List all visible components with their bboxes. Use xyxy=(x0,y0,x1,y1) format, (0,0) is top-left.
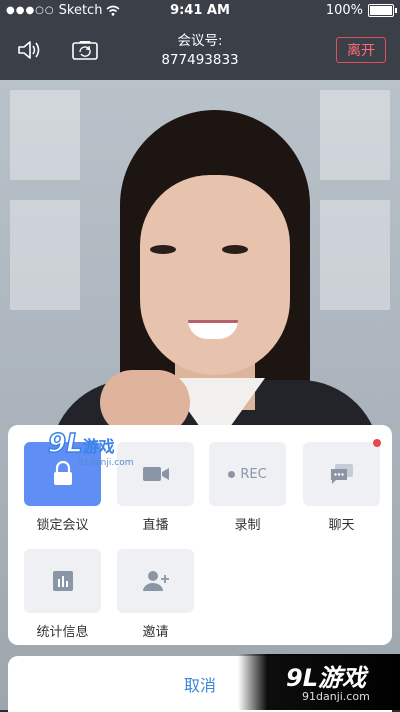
video-camera-icon xyxy=(142,467,169,481)
battery-icon xyxy=(368,4,397,17)
record-label: 录制 xyxy=(234,518,261,533)
meeting-info: 会议号: 877493833 xyxy=(100,32,300,70)
watermark-logo: 9L游戏 91danji.com xyxy=(47,429,134,468)
chat-button[interactable]: 聊天 xyxy=(303,439,381,533)
invite-label: 邀请 xyxy=(142,625,169,640)
notification-badge xyxy=(373,439,381,447)
record-button[interactable]: REC 录制 xyxy=(209,442,286,533)
lock-meeting-label: 锁定会议 xyxy=(36,518,89,533)
add-user-icon xyxy=(142,571,169,591)
camera-switch-icon xyxy=(72,41,98,60)
chat-label: 聊天 xyxy=(328,518,355,533)
bar-chart-icon xyxy=(52,571,73,591)
speaker-icon xyxy=(18,41,40,59)
chat-icon xyxy=(330,464,353,484)
battery-percent: 100% xyxy=(325,3,363,18)
leave-button[interactable]: 离开 xyxy=(336,37,386,63)
switch-camera-button[interactable] xyxy=(70,36,100,64)
live-stream-label: 直播 xyxy=(142,518,169,533)
invite-button[interactable]: 邀请 xyxy=(117,549,194,640)
speaker-button[interactable] xyxy=(14,36,44,64)
meeting-label: 会议号: xyxy=(177,33,223,49)
meeting-number: 877493833 xyxy=(161,52,239,68)
statistics-label: 统计信息 xyxy=(36,625,89,640)
status-bar: ●●●○○ Sketch 9:41 AM 100% xyxy=(0,0,400,22)
watermark-corner: 9L游戏 91danji.com xyxy=(238,654,400,710)
statistics-button[interactable]: 统计信息 xyxy=(24,549,101,640)
top-bar: ●●●○○ Sketch 9:41 AM 100% 会议号: 877493833… xyxy=(0,0,400,80)
rec-icon: REC xyxy=(228,467,267,482)
